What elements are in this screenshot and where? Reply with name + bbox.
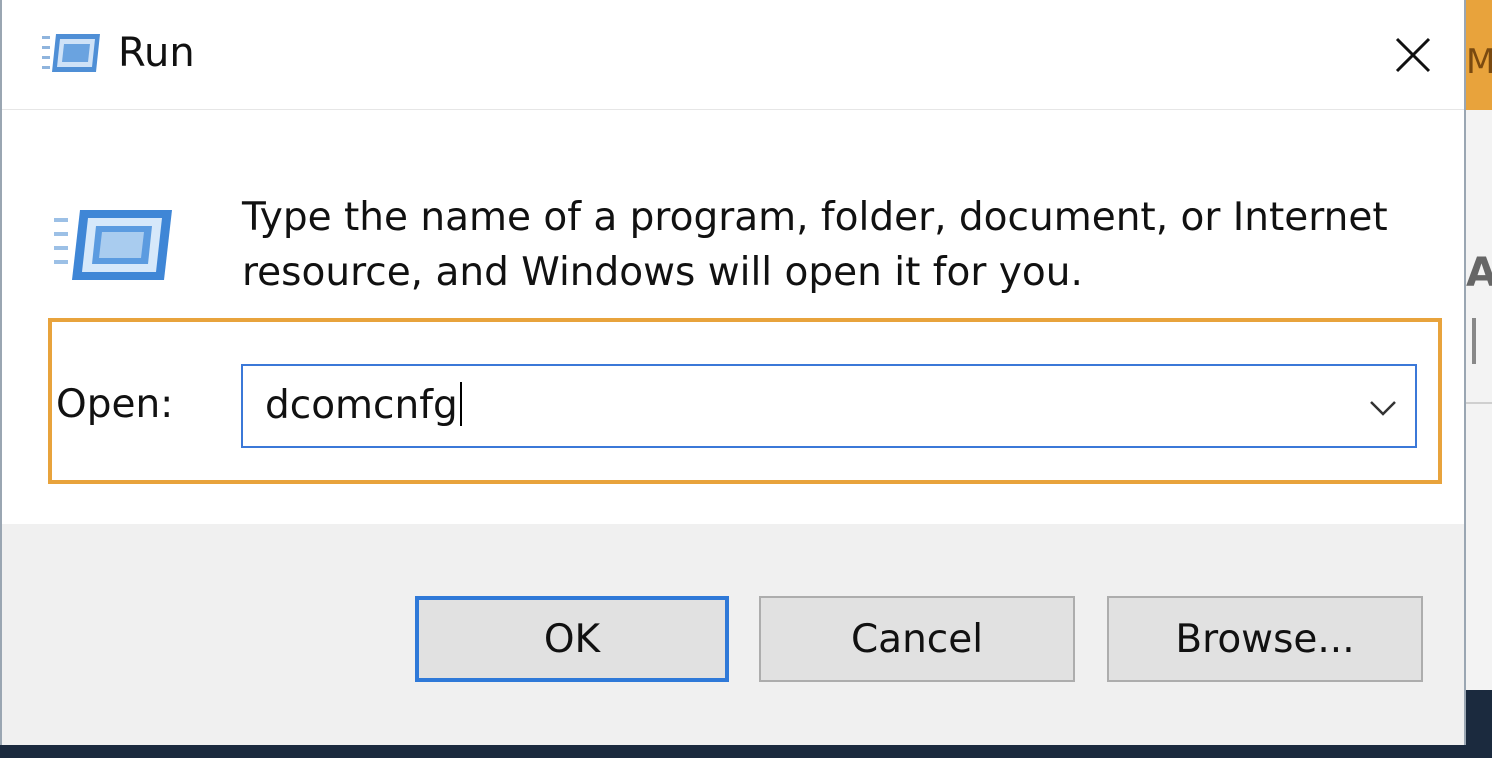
open-input-value: dcomcnfg (265, 383, 458, 428)
chevron-down-icon[interactable] (1365, 392, 1401, 422)
open-input[interactable]: dcomcnfg (265, 382, 462, 428)
run-icon (42, 34, 100, 72)
close-icon (1395, 37, 1431, 73)
text-caret (459, 382, 462, 426)
run-icon (54, 210, 172, 280)
title-bar[interactable]: Run (2, 0, 1464, 110)
open-label: Open: (56, 382, 174, 427)
background-window: M A (1464, 0, 1492, 690)
close-button[interactable] (1380, 22, 1446, 88)
button-bar: OK Cancel Browse... (2, 524, 1464, 745)
browse-button[interactable]: Browse... (1107, 596, 1423, 682)
open-combobox[interactable]: dcomcnfg (241, 364, 1417, 448)
background-window-partial-text: M (1466, 42, 1492, 82)
run-dialog: Run Type the name of a program, folder, … (0, 0, 1466, 745)
background-window-partial-text: A (1466, 250, 1492, 296)
background-window-divider (1464, 402, 1492, 404)
cancel-button[interactable]: Cancel (759, 596, 1075, 682)
window-title: Run (118, 30, 195, 76)
background-window-partial-text (1472, 318, 1476, 364)
prompt-description: Type the name of a program, folder, docu… (242, 195, 1388, 295)
ok-button[interactable]: OK (415, 596, 729, 682)
